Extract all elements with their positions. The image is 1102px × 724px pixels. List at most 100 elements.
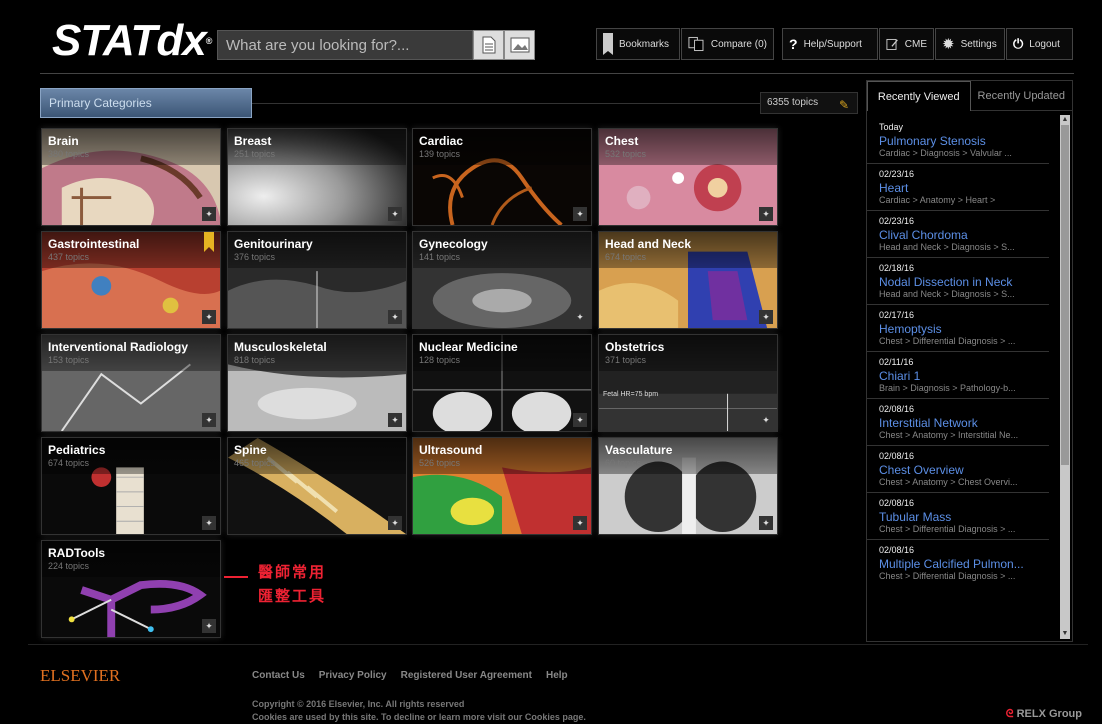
list-item[interactable]: 02/08/16 Multiple Calcified Pulmon... Ch… bbox=[867, 540, 1049, 586]
statdx-logo[interactable]: STATdx® bbox=[52, 18, 212, 64]
compare-label: Compare (0) bbox=[710, 38, 767, 50]
list-item[interactable]: 02/08/16 Chest Overview Chest > Anatomy … bbox=[867, 446, 1049, 493]
category-tile-musculoskeletal[interactable]: Musculoskeletal 818 topics ✦ bbox=[227, 334, 407, 432]
pin-icon[interactable]: ✦ bbox=[388, 207, 402, 221]
item-date: 02/08/16 bbox=[879, 498, 915, 508]
pin-icon[interactable]: ✦ bbox=[388, 310, 402, 324]
pin-icon[interactable]: ✦ bbox=[202, 310, 216, 324]
scroll-up-arrow-icon[interactable]: ▲ bbox=[1060, 115, 1070, 125]
item-date: 02/08/16 bbox=[879, 545, 915, 555]
item-title[interactable]: Nodal Dissection in Neck bbox=[879, 275, 1049, 289]
item-title[interactable]: Chiari 1 bbox=[879, 369, 1049, 383]
category-tile-cardiac[interactable]: Cardiac 139 topics ✦ bbox=[412, 128, 592, 226]
tile-count: 153 topics bbox=[48, 355, 90, 365]
list-item[interactable]: 02/23/16 Clival Chordoma Head and Neck >… bbox=[867, 211, 1049, 258]
pin-icon[interactable]: ✦ bbox=[573, 516, 587, 530]
list-item[interactable]: 02/11/16 Chiari 1 Brain > Diagnosis > Pa… bbox=[867, 352, 1049, 399]
list-item[interactable]: 02/18/16 Nodal Dissection in Neck Head a… bbox=[867, 258, 1049, 305]
tab-recently-viewed[interactable]: Recently Viewed bbox=[867, 81, 971, 111]
tile-name: Genitourinary bbox=[234, 237, 313, 251]
tile-name: Spine bbox=[234, 443, 267, 457]
category-tile-gastrointestinal[interactable]: Gastrointestinal 437 topics ✦ bbox=[41, 231, 221, 329]
cme-button[interactable]: CME bbox=[879, 28, 934, 60]
tile-name: Head and Neck bbox=[605, 237, 692, 251]
compare-button[interactable]: Compare (0) bbox=[681, 28, 774, 60]
document-search-button[interactable] bbox=[473, 30, 504, 60]
list-item[interactable]: Today Pulmonary Stenosis Cardiac > Diagn… bbox=[867, 117, 1049, 164]
pin-icon[interactable]: ✦ bbox=[573, 413, 587, 427]
category-tile-spine[interactable]: Spine 465 topics ✦ bbox=[227, 437, 407, 535]
tile-count: 224 topics bbox=[48, 561, 90, 571]
item-path: Cardiac > Diagnosis > Valvular ... bbox=[879, 148, 1012, 158]
item-title[interactable]: Tubular Mass bbox=[879, 510, 1049, 524]
logout-button[interactable]: ⏻ Logout bbox=[1006, 28, 1073, 60]
pin-icon[interactable]: ✦ bbox=[202, 516, 216, 530]
contact-us-link[interactable]: Contact Us bbox=[252, 670, 305, 681]
settings-button[interactable]: ✹ Settings bbox=[935, 28, 1005, 60]
item-path: Chest > Anatomy > Chest Overvi... bbox=[879, 477, 1018, 487]
pin-icon[interactable]: ✦ bbox=[202, 413, 216, 427]
item-date: 02/11/16 bbox=[879, 357, 914, 367]
item-title[interactable]: Multiple Calcified Pulmon... bbox=[879, 557, 1049, 571]
pin-icon[interactable]: ✦ bbox=[202, 619, 216, 633]
pin-icon[interactable]: ✎ bbox=[839, 95, 849, 115]
cookies-notice[interactable]: Cookies are used by this site. To declin… bbox=[252, 711, 586, 724]
category-tile-vasculature[interactable]: Vasculature 60 topics ✦ bbox=[598, 437, 778, 535]
item-date: 02/23/16 bbox=[879, 169, 915, 179]
user-agreement-link[interactable]: Registered User Agreement bbox=[401, 670, 532, 681]
help-link[interactable]: Help bbox=[546, 670, 568, 681]
pin-icon[interactable]: ✦ bbox=[759, 516, 773, 530]
tile-name: Chest bbox=[605, 134, 639, 148]
item-title[interactable]: Interstitial Network bbox=[879, 416, 1049, 430]
category-tile-gynecology[interactable]: Gynecology 141 topics ✦ bbox=[412, 231, 592, 329]
category-tile-genitourinary[interactable]: Genitourinary 376 topics ✦ bbox=[227, 231, 407, 329]
pin-icon[interactable]: ✦ bbox=[388, 413, 402, 427]
primary-categories-tab[interactable]: Primary Categories bbox=[40, 88, 252, 118]
category-tile-breast[interactable]: Breast 251 topics ✦ bbox=[227, 128, 407, 226]
bookmarks-button[interactable]: Bookmarks bbox=[596, 28, 680, 60]
footer-divider bbox=[28, 644, 1088, 645]
item-title[interactable]: Pulmonary Stenosis bbox=[879, 134, 1049, 148]
footer-links: Contact Us Privacy Policy Registered Use… bbox=[252, 670, 568, 681]
privacy-policy-link[interactable]: Privacy Policy bbox=[319, 670, 387, 681]
help-support-button[interactable]: ? Help/Support bbox=[782, 28, 878, 60]
item-title[interactable]: Heart bbox=[879, 181, 1049, 195]
pin-icon[interactable]: ✦ bbox=[759, 413, 773, 427]
item-title[interactable]: Hemoptysis bbox=[879, 322, 1049, 336]
category-tile-chest[interactable]: Chest 532 topics ✦ bbox=[598, 128, 778, 226]
list-item[interactable]: 02/08/16 Interstitial Network Chest > An… bbox=[867, 399, 1049, 446]
tile-name: Nuclear Medicine bbox=[419, 340, 518, 354]
elsevier-logo[interactable]: ELSEVIER bbox=[40, 666, 120, 686]
pin-icon[interactable]: ✦ bbox=[202, 207, 216, 221]
bookmarks-label: Bookmarks bbox=[619, 38, 670, 50]
fetal-hr-label: Fetal HR=75 bpm bbox=[603, 391, 659, 398]
category-tile-obstetrics[interactable]: Obstetrics 371 topics Fetal HR=75 bpm ✦ bbox=[598, 334, 778, 432]
tab-recently-updated[interactable]: Recently Updated bbox=[970, 81, 1072, 111]
category-tile-brain[interactable]: Brain 380 topics ✦ bbox=[41, 128, 221, 226]
item-title[interactable]: Chest Overview bbox=[879, 463, 1049, 477]
list-item[interactable]: 02/23/16 Heart Cardiac > Anatomy > Heart… bbox=[867, 164, 1049, 211]
pin-icon[interactable]: ✦ bbox=[573, 207, 587, 221]
scrollbar-thumb[interactable] bbox=[1061, 125, 1069, 465]
item-title[interactable]: Clival Chordoma bbox=[879, 228, 1049, 242]
category-tile-nuclear-medicine[interactable]: Nuclear Medicine 128 topics ✦ bbox=[412, 334, 592, 432]
annotation-pointer bbox=[224, 576, 248, 578]
search-input[interactable] bbox=[217, 30, 473, 60]
list-item[interactable]: 02/08/16 Tubular Mass Chest > Differenti… bbox=[867, 493, 1049, 540]
tile-count: 465 topics bbox=[234, 458, 276, 468]
sidebar-scrollbar[interactable]: ▲ ▼ bbox=[1060, 115, 1070, 639]
category-tile-ultrasound[interactable]: Ultrasound 526 topics ✦ bbox=[412, 437, 592, 535]
pin-icon[interactable]: ✦ bbox=[573, 310, 587, 324]
image-search-button[interactable] bbox=[504, 30, 535, 60]
category-tile-interventional-radiology[interactable]: Interventional Radiology 153 topics ✦ bbox=[41, 334, 221, 432]
pin-icon[interactable]: ✦ bbox=[759, 207, 773, 221]
relx-logo[interactable]: ᘓ RELX Group bbox=[1006, 708, 1082, 721]
copyright-text: Copyright © 2016 Elsevier, Inc. All righ… bbox=[252, 698, 586, 724]
category-tile-radtools[interactable]: RADTools 224 topics ✦ bbox=[41, 540, 221, 638]
scroll-down-arrow-icon[interactable]: ▼ bbox=[1060, 629, 1070, 639]
category-tile-head-and-neck[interactable]: Head and Neck 674 topics ✦ bbox=[598, 231, 778, 329]
category-tile-pediatrics[interactable]: Pediatrics 674 topics ✦ bbox=[41, 437, 221, 535]
pin-icon[interactable]: ✦ bbox=[759, 310, 773, 324]
list-item[interactable]: 02/17/16 Hemoptysis Chest > Differential… bbox=[867, 305, 1049, 352]
pin-icon[interactable]: ✦ bbox=[388, 516, 402, 530]
